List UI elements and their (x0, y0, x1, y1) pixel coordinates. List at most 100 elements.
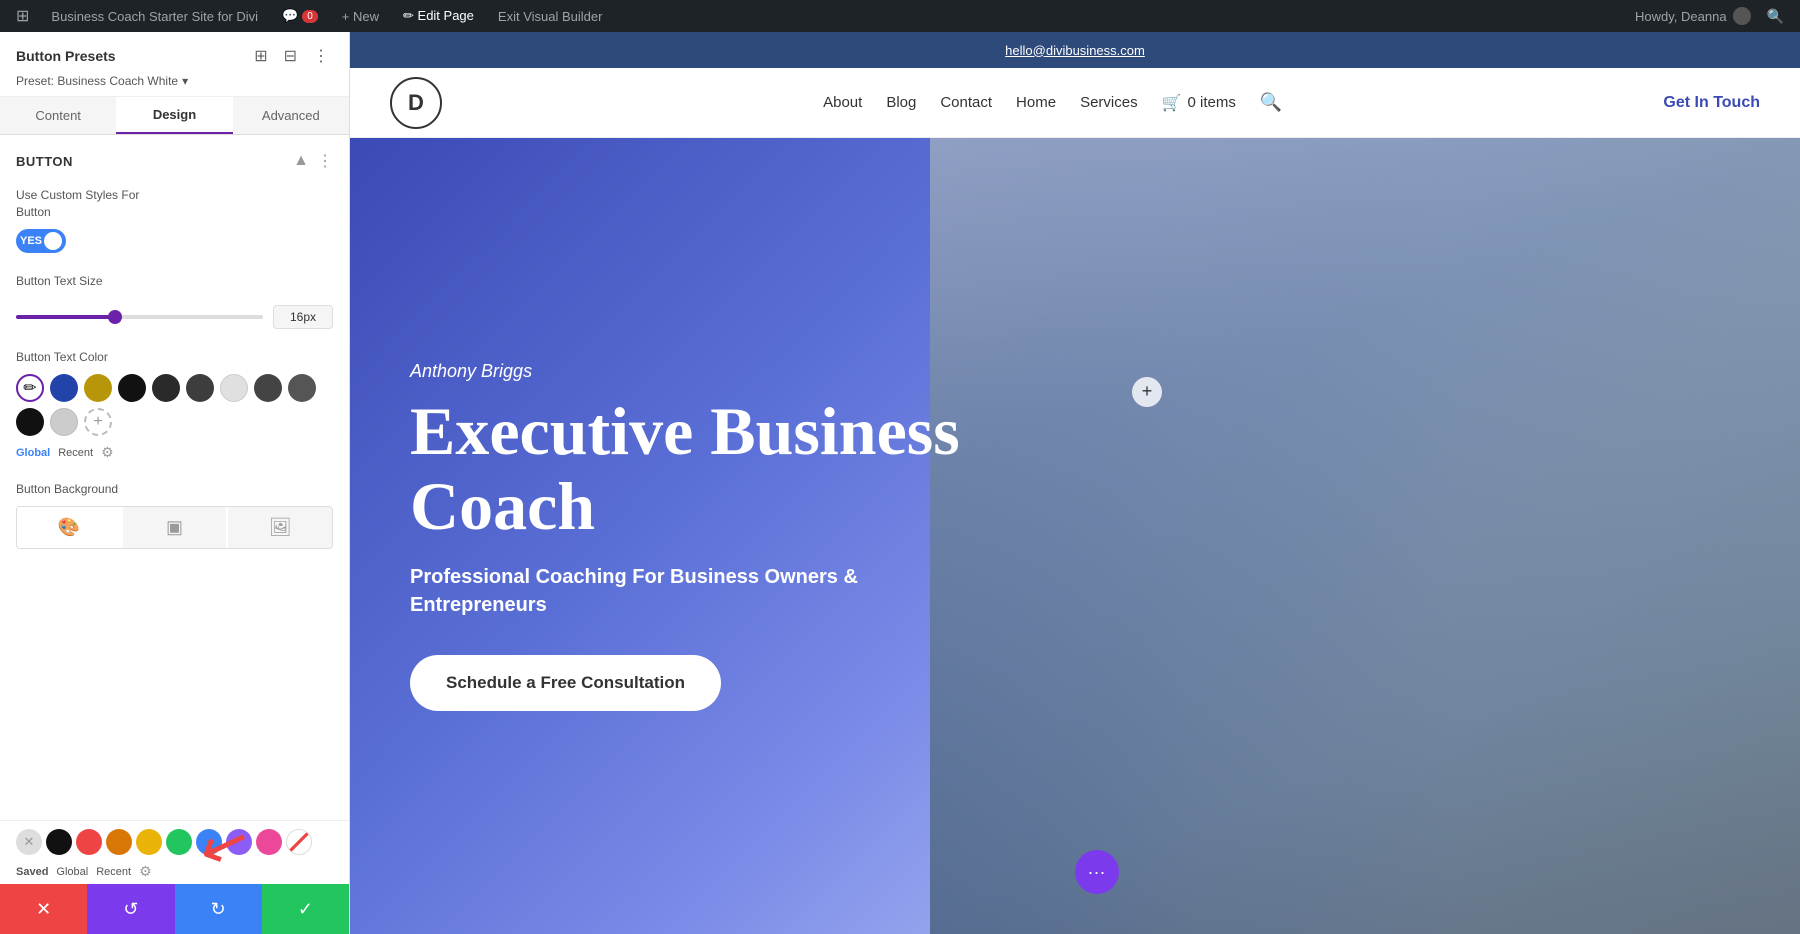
add-module-icon[interactable]: + (1132, 377, 1162, 407)
nav-links: About Blog Contact Home Services 🛒 0 ite… (823, 92, 1282, 113)
bottom-recent-label: Recent (96, 866, 131, 878)
save-button[interactable]: ✓ (262, 884, 349, 934)
panel-icons: ⊞ ⊟ ⋮ (250, 44, 333, 68)
text-size-value[interactable]: 16px (273, 305, 333, 329)
recent-label: Recent (58, 447, 93, 459)
section-icons: ▲ ⋮ (293, 151, 333, 171)
cancel-button[interactable]: ✕ (0, 884, 87, 934)
panel-bottom-actions: ✕ ↺ ↻ ✓ (0, 884, 349, 934)
bottom-swatch-4[interactable] (136, 829, 162, 855)
preset-chevron-icon: ▾ (182, 74, 188, 88)
nav-cart[interactable]: 🛒 0 items (1162, 93, 1236, 113)
more-options-button[interactable]: ··· (1075, 850, 1119, 894)
color-swatch-5[interactable] (186, 374, 214, 402)
panel-settings-icon[interactable]: ⊞ (250, 44, 271, 68)
section-more-btn[interactable]: ⋮ (317, 151, 333, 171)
exit-builder-link[interactable]: Exit Visual Builder (488, 0, 613, 32)
color-swatch-9[interactable] (16, 408, 44, 436)
site-topbar: hello@divibusiness.com (350, 32, 1800, 68)
bottom-swatch-slash[interactable] (286, 829, 312, 855)
custom-styles-toggle[interactable]: YES (16, 229, 66, 253)
bottom-saved-label: Saved (16, 866, 48, 878)
color-swatch-3[interactable] (118, 374, 146, 402)
logo-text: D (408, 90, 424, 116)
panel-more-icon[interactable]: ⋮ (309, 44, 333, 68)
howdy-text: Howdy, Deanna (1635, 9, 1727, 24)
toggle-yes-label: YES (20, 235, 42, 247)
hero-name: Anthony Briggs (410, 361, 960, 382)
bottom-global-label: Global (56, 866, 88, 878)
nav-contact[interactable]: Contact (940, 94, 992, 111)
wp-logo-icon[interactable]: ⊞ (8, 6, 37, 26)
howdy-label: Howdy, Deanna (1635, 7, 1751, 25)
site-email[interactable]: hello@divibusiness.com (1005, 43, 1145, 58)
tab-content[interactable]: Content (0, 97, 116, 134)
color-swatch-4[interactable] (152, 374, 180, 402)
bottom-swatch-2[interactable] (76, 829, 102, 855)
section-collapse-btn[interactable]: ▲ (293, 152, 309, 170)
bottom-swatch-1[interactable] (46, 829, 72, 855)
hero-section: Anthony Briggs Executive BusinessCoach P… (350, 138, 1800, 934)
hero-content: Anthony Briggs Executive BusinessCoach P… (350, 301, 1020, 772)
tab-advanced[interactable]: Advanced (233, 97, 349, 134)
search-icon[interactable]: 🔍 (1759, 8, 1792, 25)
panel-columns-icon[interactable]: ⊟ (280, 44, 301, 68)
button-background-section: Button Background 🎨 ▣ 🖼 (16, 481, 333, 549)
button-text-color-section: Button Text Color ✏ + (16, 349, 333, 461)
slider-thumb (108, 310, 122, 324)
color-settings-icon[interactable]: ⚙ (101, 444, 114, 461)
bg-tab-image[interactable]: 🖼 (228, 507, 332, 548)
comments-link[interactable]: 💬 0 (272, 0, 328, 32)
hero-subtitle: Professional Coaching For Business Owner… (410, 563, 960, 619)
color-swatch-pen[interactable]: ✏ (16, 374, 44, 402)
color-swatch-1[interactable] (50, 374, 78, 402)
bottom-color-section: ✕ Saved Global Recent ⚙ (0, 820, 349, 884)
bottom-swatch-3[interactable] (106, 829, 132, 855)
edit-page-link[interactable]: ✏ Edit Page (393, 0, 484, 32)
bottom-swatch-7[interactable] (226, 829, 252, 855)
nav-home[interactable]: Home (1016, 94, 1056, 111)
color-swatch-7[interactable] (254, 374, 282, 402)
hero-background (930, 138, 1800, 934)
color-swatch-2[interactable] (84, 374, 112, 402)
text-size-slider[interactable] (16, 315, 263, 319)
undo-button[interactable]: ↺ (87, 884, 174, 934)
color-swatch-white[interactable] (50, 408, 78, 436)
bottom-swatch-8[interactable] (256, 829, 282, 855)
comment-count: 0 (302, 10, 318, 23)
bg-tabs: 🎨 ▣ 🖼 (16, 506, 333, 549)
bottom-color-row: ✕ (16, 829, 333, 855)
bottom-swatch-pen[interactable]: ✕ (16, 829, 42, 855)
use-custom-styles-field: Use Custom Styles ForButton YES (16, 187, 333, 253)
bottom-settings-icon[interactable]: ⚙ (139, 863, 152, 880)
schedule-consultation-button[interactable]: Schedule a Free Consultation (410, 655, 721, 711)
tab-design[interactable]: Design (116, 97, 232, 134)
left-panel: Button Presets ⊞ ⊟ ⋮ Preset: Business Co… (0, 32, 350, 934)
nav-services[interactable]: Services (1080, 94, 1138, 111)
bottom-swatch-6[interactable] (196, 829, 222, 855)
hero-title: Executive BusinessCoach (410, 394, 960, 544)
color-swatch-add[interactable]: + (84, 408, 112, 436)
site-nav: D About Blog Contact Home Services 🛒 0 i… (350, 68, 1800, 138)
redo-button[interactable]: ↻ (175, 884, 262, 934)
color-swatch-6[interactable] (220, 374, 248, 402)
website-preview: hello@divibusiness.com D About Blog Cont… (350, 32, 1800, 934)
color-swatches: ✏ + (16, 374, 333, 436)
use-custom-styles-label: Use Custom Styles ForButton (16, 187, 333, 221)
nav-about[interactable]: About (823, 94, 862, 111)
nav-search-icon[interactable]: 🔍 (1260, 92, 1282, 113)
comment-icon: 💬 (282, 8, 298, 24)
color-swatch-8[interactable] (288, 374, 316, 402)
button-text-size-field: Button Text Size 16px (16, 273, 333, 330)
nav-cta[interactable]: Get In Touch (1663, 94, 1760, 112)
panel-content: Button ▲ ⋮ Use Custom Styles ForButton Y… (0, 135, 349, 820)
bg-tab-gradient[interactable]: ▣ (123, 507, 227, 548)
nav-blog[interactable]: Blog (886, 94, 916, 111)
site-name-link[interactable]: Business Coach Starter Site for Divi (41, 0, 268, 32)
new-link[interactable]: + New (332, 0, 389, 32)
bottom-swatch-5[interactable] (166, 829, 192, 855)
main-layout: Button Presets ⊞ ⊟ ⋮ Preset: Business Co… (0, 32, 1800, 934)
bg-tab-color[interactable]: 🎨 (17, 507, 121, 548)
wp-admin-bar: ⊞ Business Coach Starter Site for Divi 💬… (0, 0, 1800, 32)
slider-wrap: 16px (16, 305, 333, 329)
